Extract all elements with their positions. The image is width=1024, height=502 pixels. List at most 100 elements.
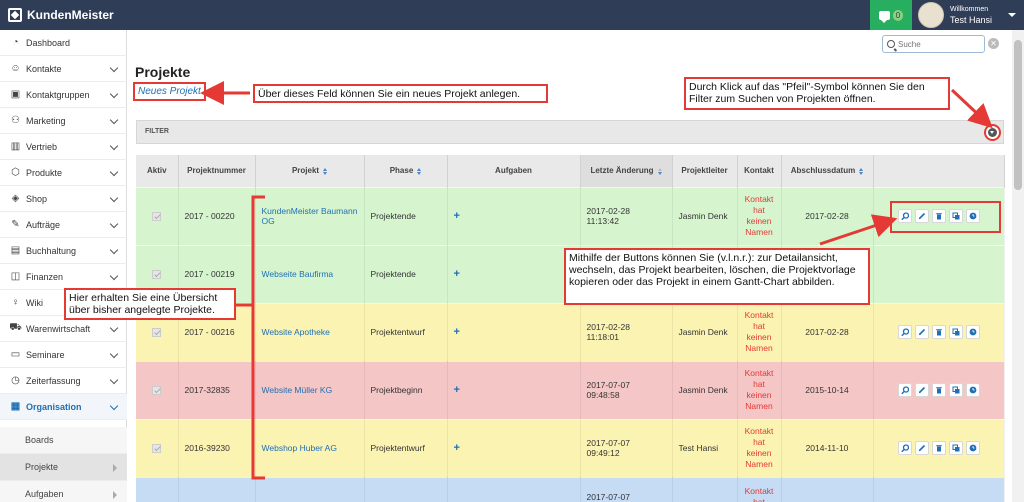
- gantt-button[interactable]: [965, 383, 980, 397]
- cell-abschlussdatum: [781, 476, 874, 502]
- active-checkbox[interactable]: [152, 385, 162, 395]
- details-button[interactable]: [897, 441, 912, 455]
- project-link[interactable]: Webshop Huber AG: [262, 443, 337, 453]
- delete-button[interactable]: [931, 209, 946, 223]
- user-menu[interactable]: Willkommen Test Hansi: [912, 0, 1024, 30]
- cell-phase: Projektentwurf: [364, 302, 448, 361]
- sidebar-item-organisation[interactable]: ▦ Organisation: [0, 394, 127, 420]
- page-scrollbar[interactable]: [1012, 30, 1024, 502]
- time-tracking-icon: ◷: [11, 375, 20, 386]
- clear-search-icon[interactable]: ✕: [988, 38, 999, 49]
- cell-abschlussdatum: 2014-11-10: [781, 418, 874, 477]
- table-row[interactable]: 2017 - 00216 Website Apotheke Projektentwu…: [136, 302, 1005, 361]
- edit-button[interactable]: [914, 441, 929, 455]
- project-link[interactable]: Webseite Baufirma: [262, 269, 334, 279]
- project-link[interactable]: KundenMeister Baumann OG: [262, 206, 358, 226]
- search-box: [882, 35, 985, 53]
- edit-button[interactable]: [914, 383, 929, 397]
- active-checkbox[interactable]: [152, 443, 162, 453]
- search-input[interactable]: [898, 39, 978, 49]
- cell-aufgaben: +: [447, 418, 581, 477]
- copy-button[interactable]: [948, 441, 963, 455]
- table-row[interactable]: 2016-39230 Webshop Huber AG Projektentwurf…: [136, 418, 1005, 477]
- avatar: [918, 2, 944, 28]
- col-aktiv[interactable]: Aktiv: [136, 155, 179, 187]
- col-abschlussdatum[interactable]: Abschlussdatum: [781, 155, 874, 187]
- cell-aufgaben: +: [447, 244, 581, 303]
- scroll-thumb[interactable]: [1014, 40, 1022, 190]
- active-checkbox[interactable]: [152, 211, 162, 221]
- table-row[interactable]: 2017 - 00220 KundenMeister Baumann OG Proj…: [136, 186, 1005, 245]
- active-checkbox[interactable]: [152, 327, 162, 337]
- project-link[interactable]: Website Apotheke: [262, 327, 330, 337]
- sidebar-sub-aufgaben[interactable]: Aufgaben: [0, 481, 127, 502]
- sidebar-item-vertrieb[interactable]: ▥ Vertrieb: [0, 134, 127, 160]
- sidebar-sub-projekte[interactable]: Projekte: [0, 454, 127, 481]
- add-task-icon[interactable]: +: [454, 268, 460, 280]
- wiki-icon: ♀: [11, 297, 20, 308]
- col-projekt[interactable]: Projekt: [255, 155, 365, 187]
- col-aufgaben[interactable]: Aufgaben: [447, 155, 581, 187]
- edit-button[interactable]: [914, 209, 929, 223]
- col-projektleiter[interactable]: Projektleiter: [672, 155, 738, 187]
- chat-button[interactable]: 0: [870, 0, 912, 30]
- col-kontakt[interactable]: Kontakt: [737, 155, 782, 187]
- cell-kontakt: Kontakt hat keinen Namen: [737, 360, 782, 419]
- sidebar-item-auftraege[interactable]: ✎ Aufträge: [0, 212, 127, 238]
- sidebar-item-zeiterfassung[interactable]: ◷ Zeiterfassung: [0, 368, 127, 394]
- cell-phase: [364, 476, 448, 502]
- gantt-button[interactable]: [965, 325, 980, 339]
- col-letzte-aenderung[interactable]: Letzte Änderung: [580, 155, 673, 187]
- sidebar-item-dashboard[interactable]: ◔ Dashboard: [0, 30, 127, 56]
- logo-icon: [8, 8, 22, 22]
- filter-toggle-button[interactable]: [984, 124, 1001, 141]
- active-checkbox[interactable]: [152, 269, 162, 279]
- col-projektnummer[interactable]: Projektnummer: [178, 155, 256, 187]
- add-task-icon[interactable]: +: [454, 384, 460, 396]
- sidebar-item-produkte[interactable]: ⬡ Produkte: [0, 160, 127, 186]
- add-task-icon[interactable]: +: [454, 326, 460, 338]
- sidebar-sub-boards[interactable]: Boards: [0, 427, 127, 454]
- cell-phase: Projektende: [364, 244, 448, 303]
- edit-button[interactable]: [914, 325, 929, 339]
- sidebar-item-finanzen[interactable]: ◫ Finanzen: [0, 264, 127, 290]
- add-task-icon[interactable]: +: [454, 210, 460, 222]
- gantt-button[interactable]: [965, 441, 980, 455]
- table-row[interactable]: 2017-32835 Website Müller KG Projektbeginn…: [136, 360, 1005, 419]
- filter-bar[interactable]: FILTER: [136, 120, 1004, 144]
- delete-button[interactable]: [931, 441, 946, 455]
- sidebar-item-shop[interactable]: ◈ Shop: [0, 186, 127, 212]
- cell-abschlussdatum: 2017-02-28: [781, 302, 874, 361]
- delete-button[interactable]: [931, 383, 946, 397]
- app-logo[interactable]: KundenMeister: [8, 8, 114, 22]
- add-task-icon[interactable]: +: [454, 442, 460, 454]
- project-link[interactable]: Website Müller KG: [262, 385, 333, 395]
- sidebar-item-kontaktgruppen[interactable]: ▣ Kontaktgruppen: [0, 82, 127, 108]
- new-project-link[interactable]: Neues Projekt: [133, 82, 206, 101]
- col-phase[interactable]: Phase: [364, 155, 448, 187]
- copy-button[interactable]: [948, 383, 963, 397]
- table-row[interactable]: 2017-07-07 Kontakt hat: [136, 476, 1005, 502]
- sidebar-item-buchhaltung[interactable]: ▤ Buchhaltung: [0, 238, 127, 264]
- copy-icon: [952, 386, 959, 394]
- changed-time: 11:13:42: [586, 216, 619, 226]
- cell-kontakt: Kontakt hat: [737, 476, 782, 502]
- sidebar-item-seminare[interactable]: ▭ Seminare: [0, 342, 127, 368]
- changed-date: 2017-07-07: [586, 438, 630, 448]
- cell-letzte-aenderung: 2017-02-28 11:13:42: [580, 186, 673, 245]
- cell-aufgaben: +: [447, 360, 581, 419]
- orders-icon: ✎: [11, 219, 20, 230]
- sidebar-item-kontakte[interactable]: ☺ Kontakte: [0, 56, 127, 82]
- delete-button[interactable]: [931, 325, 946, 339]
- changed-time: 11:18:01: [586, 332, 619, 342]
- details-button[interactable]: [897, 383, 912, 397]
- copy-button[interactable]: [948, 209, 963, 223]
- gantt-button[interactable]: [965, 209, 980, 223]
- callout-new-project: Über dieses Feld können Sie ein neues Pr…: [253, 84, 548, 103]
- sidebar-item-marketing[interactable]: ⚇ Marketing: [0, 108, 127, 134]
- details-button[interactable]: [897, 325, 912, 339]
- details-button[interactable]: [897, 209, 912, 223]
- gantt-icon: [969, 328, 976, 336]
- copy-button[interactable]: [948, 325, 963, 339]
- cell-kontakt: Kontakt hat keinen Namen: [737, 418, 782, 477]
